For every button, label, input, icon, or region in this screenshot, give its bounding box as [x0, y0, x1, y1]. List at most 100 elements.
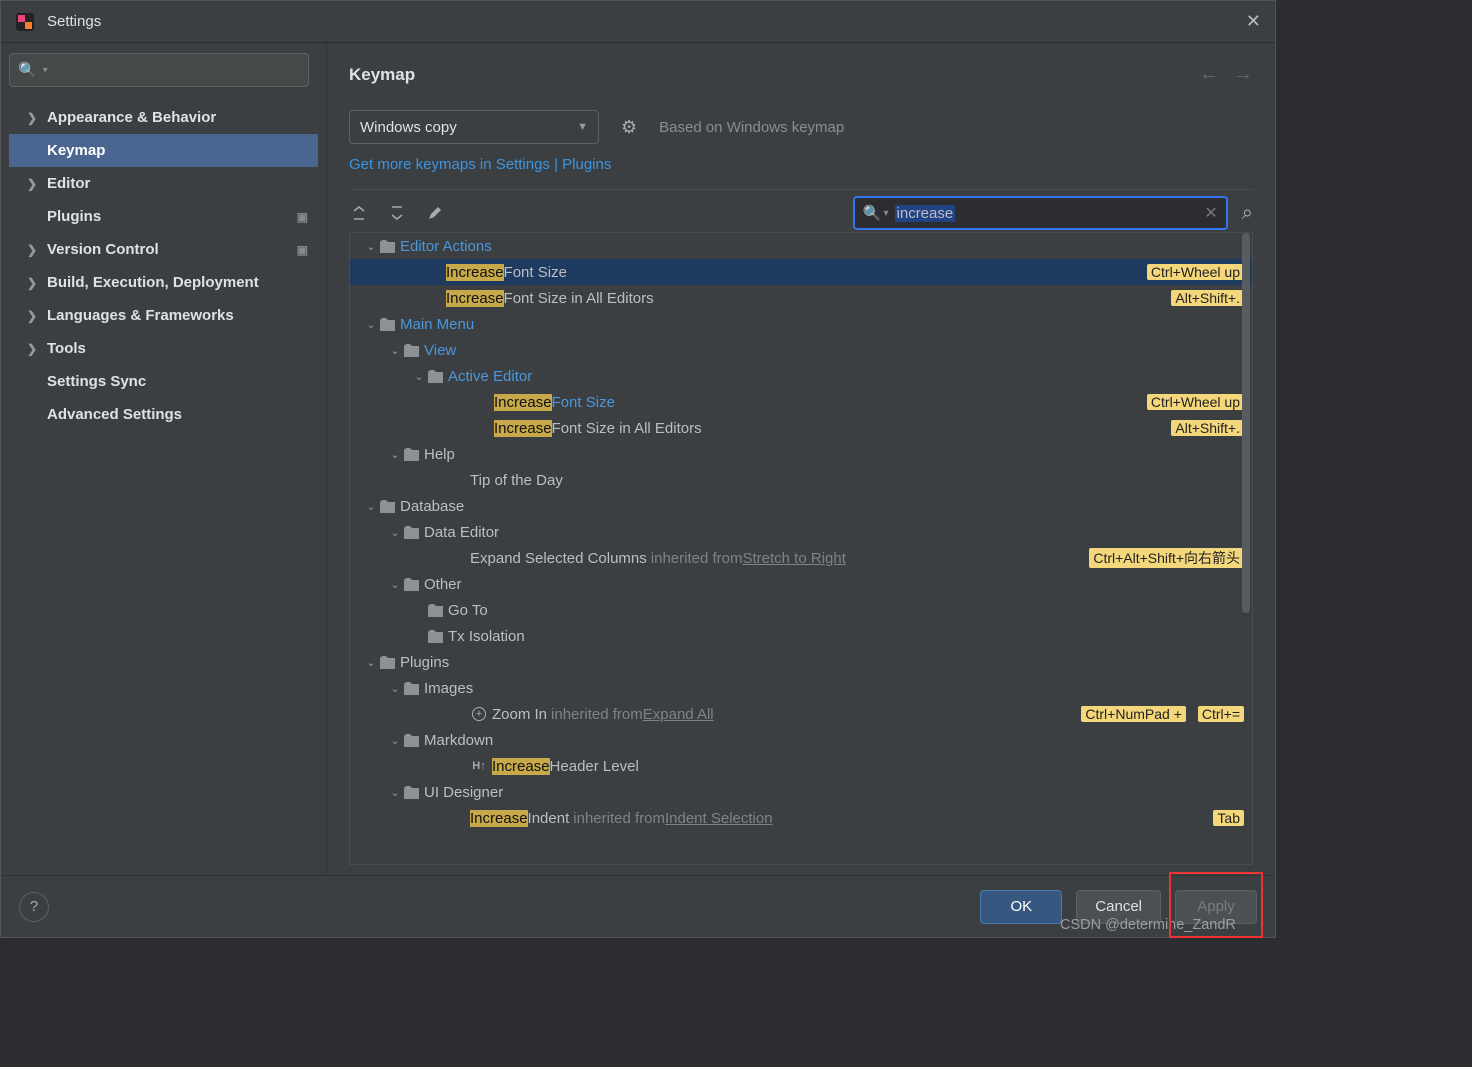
keymap-toolbar: 🔍 ▾ increase ✕ ⌕ — [349, 189, 1253, 233]
tree-label: Editor Actions — [400, 238, 492, 255]
clear-search-icon[interactable]: ✕ — [1204, 203, 1217, 223]
tree-group[interactable]: ⌄ Other — [350, 571, 1252, 597]
tree-group[interactable]: ⌄ View — [350, 337, 1252, 363]
shortcut-badge: Ctrl+NumPad + — [1081, 706, 1185, 722]
window-title: Settings — [47, 13, 1246, 30]
search-icon: 🔍 — [18, 61, 37, 79]
tree-action[interactable]: Increase Font Size in All EditorsAlt+Shi… — [350, 415, 1252, 441]
sidebar-item-editor[interactable]: ❯Editor — [9, 167, 318, 200]
shortcut-badge: Ctrl+= — [1198, 706, 1244, 722]
sidebar-item-version-control[interactable]: ❯Version Control▣ — [9, 233, 318, 266]
inherited-link[interactable]: Indent Selection — [665, 810, 773, 827]
keymap-search-value: increase — [895, 205, 956, 222]
header-icon: H↑ — [470, 757, 488, 775]
tree-label: Zoom In — [492, 706, 547, 723]
project-level-icon: ▣ — [297, 210, 308, 224]
breadcrumb: Keymap — [349, 65, 1185, 85]
tree-group[interactable]: ⌄ Help — [350, 441, 1252, 467]
folder-icon — [426, 627, 444, 645]
main-panel: Keymap ← → Windows copy ▼ ⚙ Based on Win… — [327, 43, 1275, 875]
chevron-down-icon: ⌄ — [388, 682, 402, 695]
shortcut-badge: Tab — [1213, 810, 1244, 826]
tree-label: Plugins — [400, 654, 449, 671]
scrollbar[interactable] — [1242, 233, 1250, 613]
tree-label: Header Level — [550, 758, 639, 775]
get-more-keymaps-link[interactable]: Get more keymaps in Settings | Plugins — [349, 156, 1253, 173]
cancel-button[interactable]: Cancel — [1076, 890, 1161, 924]
shortcut-badge: Alt+Shift+. — [1171, 420, 1244, 436]
keymap-tree[interactable]: ⌄ Editor ActionsIncrease Font SizeCtrl+W… — [349, 233, 1253, 865]
tree-group[interactable]: ⌄ Editor Actions — [350, 233, 1252, 259]
tree-action[interactable]: Increase Font SizeCtrl+Wheel up — [350, 259, 1252, 285]
tree-group[interactable]: ⌄ Plugins — [350, 649, 1252, 675]
sidebar-item-settings-sync[interactable]: Settings Sync — [9, 365, 318, 398]
highlight: Increase — [494, 420, 552, 437]
tree-group[interactable]: Go To — [350, 597, 1252, 623]
inherited-label: inherited from — [651, 550, 743, 567]
find-by-shortcut-icon[interactable]: ⌕ — [1242, 202, 1253, 225]
inherited-label: inherited from — [551, 706, 643, 723]
keymap-select-value: Windows copy — [360, 119, 457, 136]
search-dropdown-icon[interactable]: ▾ — [883, 208, 888, 219]
expand-all-icon[interactable] — [349, 203, 369, 223]
chevron-right-icon: ❯ — [27, 111, 41, 125]
tree-action[interactable]: Increase Indent inherited from Indent Se… — [350, 805, 1252, 831]
sidebar-item-label: Version Control — [47, 241, 159, 258]
collapse-all-icon[interactable] — [387, 203, 407, 223]
chevron-right-icon: ❯ — [27, 342, 41, 356]
chevron-right-icon: ❯ — [27, 177, 41, 191]
sidebar-item-appearance-behavior[interactable]: ❯Appearance & Behavior — [9, 101, 318, 134]
tree-label: Main Menu — [400, 316, 474, 333]
shortcut-wrap: Ctrl+Wheel up — [1141, 264, 1244, 280]
other-icon — [402, 575, 420, 593]
folder-icon — [402, 445, 420, 463]
tree-group[interactable]: ⌄ Data Editor — [350, 519, 1252, 545]
ok-button[interactable]: OK — [980, 890, 1062, 924]
inherited-link[interactable]: Stretch to Right — [743, 550, 846, 567]
sidebar-item-build-execution-deployment[interactable]: ❯Build, Execution, Deployment — [9, 266, 318, 299]
shortcut-wrap: Ctrl+NumPad + Ctrl+= — [1075, 706, 1244, 722]
tree-group[interactable]: ⌄ Database — [350, 493, 1252, 519]
tree-action[interactable]: Expand Selected Columns inherited from S… — [350, 545, 1252, 571]
sidebar-search[interactable]: 🔍 ▾ — [9, 53, 309, 87]
tree-action[interactable]: Tip of the Day — [350, 467, 1252, 493]
tree-group[interactable]: ⌄ Images — [350, 675, 1252, 701]
tree-label: Active Editor — [448, 368, 532, 385]
sidebar-item-plugins[interactable]: Plugins▣ — [9, 200, 318, 233]
tree-group[interactable]: ⌄ Main Menu — [350, 311, 1252, 337]
keymap-select[interactable]: Windows copy ▼ — [349, 110, 599, 144]
apply-button[interactable]: Apply — [1175, 890, 1257, 924]
tree-action[interactable]: H↑Increase Header Level — [350, 753, 1252, 779]
tree-action[interactable]: Increase Font Size in All EditorsAlt+Shi… — [350, 285, 1252, 311]
chevron-right-icon: ❯ — [27, 309, 41, 323]
tree-group[interactable]: ⌄ Active Editor — [350, 363, 1252, 389]
nav-forward-icon[interactable]: → — [1233, 63, 1253, 86]
help-button[interactable]: ? — [19, 892, 49, 922]
highlight: Increase — [494, 394, 552, 411]
chevron-down-icon: ⌄ — [412, 370, 426, 383]
tree-action[interactable]: Increase Font SizeCtrl+Wheel up — [350, 389, 1252, 415]
edit-icon[interactable] — [425, 203, 445, 223]
sidebar-item-languages-frameworks[interactable]: ❯Languages & Frameworks — [9, 299, 318, 332]
close-icon[interactable]: ✕ — [1246, 11, 1261, 32]
keymap-search-field[interactable]: 🔍 ▾ increase ✕ — [853, 196, 1228, 230]
folder-icon — [378, 653, 396, 671]
shortcut-wrap: Ctrl+Alt+Shift+向右箭头 — [1083, 548, 1244, 568]
tree-label: Database — [400, 498, 464, 515]
chevron-down-icon: ⌄ — [388, 734, 402, 747]
folder-icon — [402, 679, 420, 697]
sidebar-item-keymap[interactable]: Keymap — [9, 134, 318, 167]
tree-action[interactable]: +Zoom In inherited from Expand AllCtrl+N… — [350, 701, 1252, 727]
tree-group[interactable]: Tx Isolation — [350, 623, 1252, 649]
sidebar-search-dropdown-icon[interactable]: ▾ — [43, 65, 48, 76]
chevron-down-icon: ⌄ — [364, 500, 378, 513]
chevron-down-icon: ⌄ — [388, 526, 402, 539]
nav-back-icon[interactable]: ← — [1199, 63, 1219, 86]
tree-group[interactable]: ⌄ Markdown — [350, 727, 1252, 753]
sidebar-item-tools[interactable]: ❯Tools — [9, 332, 318, 365]
inherited-link[interactable]: Expand All — [643, 706, 714, 723]
keymap-settings-gear-icon[interactable]: ⚙ — [621, 117, 637, 138]
chevron-down-icon: ⌄ — [388, 578, 402, 591]
sidebar-item-advanced-settings[interactable]: Advanced Settings — [9, 398, 318, 431]
tree-group[interactable]: ⌄ UI Designer — [350, 779, 1252, 805]
